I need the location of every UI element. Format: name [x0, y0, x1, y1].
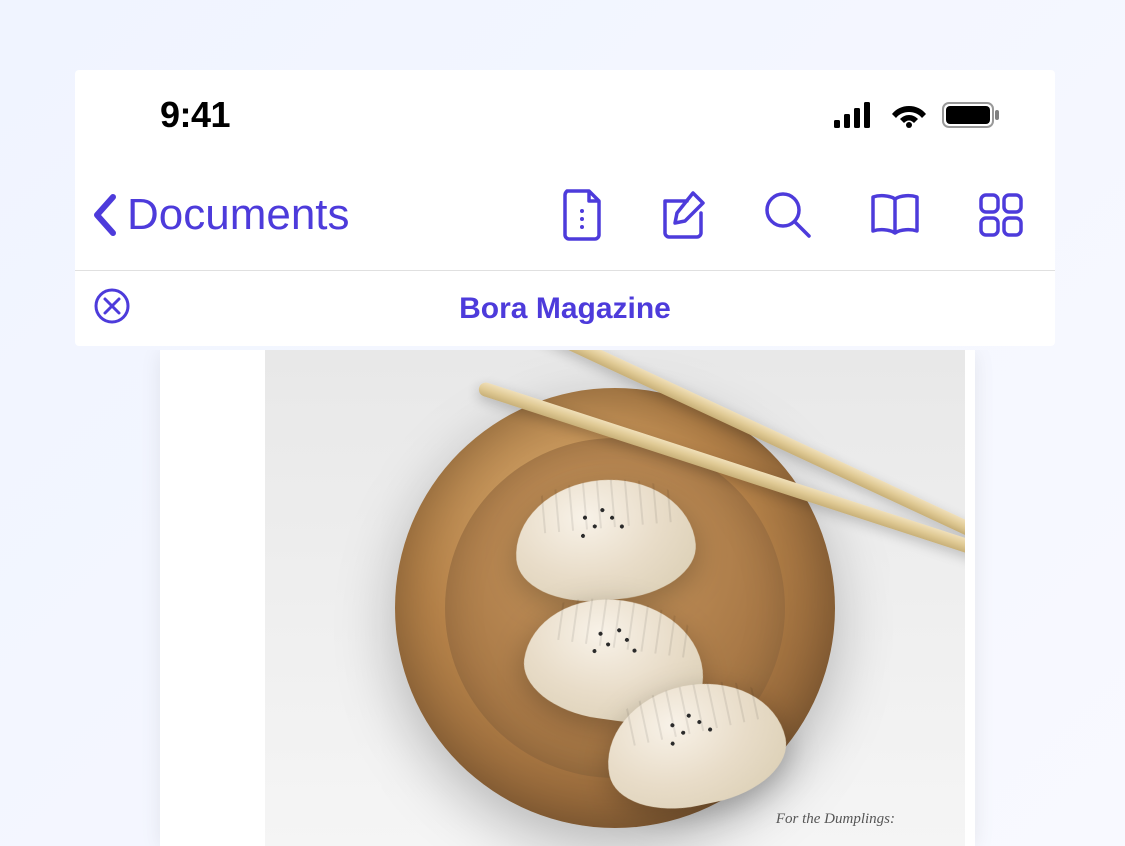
search-icon[interactable]: [763, 190, 813, 240]
toolbar: [561, 189, 1025, 241]
grid-icon[interactable]: [977, 191, 1025, 239]
close-button[interactable]: [93, 287, 131, 330]
photo-caption: For the Dumplings:: [776, 811, 895, 828]
document-icon[interactable]: [561, 189, 603, 241]
book-icon[interactable]: [867, 191, 923, 239]
navigation-bar: Documents: [75, 160, 1055, 270]
document-content[interactable]: 12 For the Dumplings:: [75, 350, 1055, 846]
back-button[interactable]: Documents: [91, 190, 350, 240]
page-photo: For the Dumplings:: [265, 350, 965, 846]
battery-icon: [942, 102, 1000, 128]
edit-icon[interactable]: [657, 189, 709, 241]
app-frame: 9:41 Documents: [75, 70, 1055, 346]
back-label: Documents: [127, 190, 350, 240]
wifi-icon: [890, 102, 928, 128]
chevron-left-icon: [91, 191, 119, 239]
status-time: 9:41: [160, 94, 230, 136]
status-bar: 9:41: [75, 70, 1055, 160]
close-circle-icon: [93, 287, 131, 325]
title-bar: Bora Magazine: [75, 270, 1055, 346]
document-title: Bora Magazine: [75, 292, 1055, 326]
cellular-icon: [834, 102, 876, 128]
status-indicators: [834, 102, 1000, 128]
